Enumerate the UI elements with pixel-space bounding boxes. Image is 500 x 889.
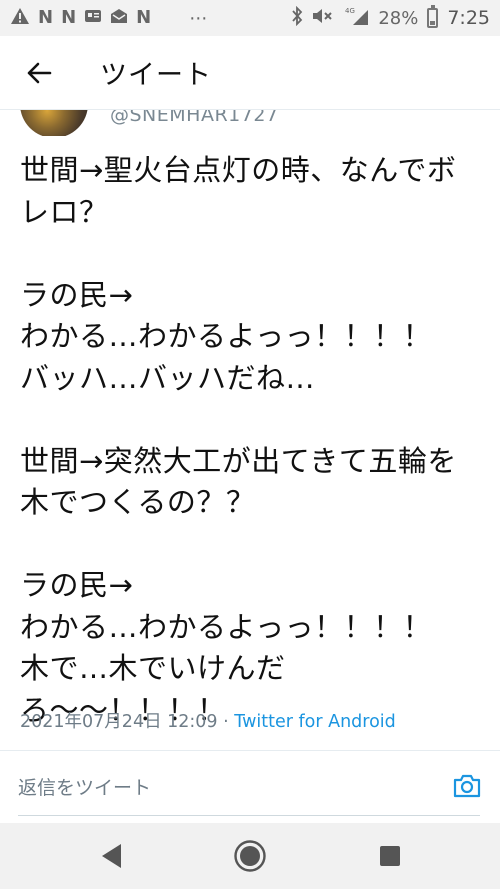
tweet-line: 木でつくるの？？ [20,485,256,519]
tweet-line: ラの民→ [20,277,134,312]
meta-separator: · [217,712,235,732]
svg-text:4G: 4G [345,7,355,15]
camera-button[interactable] [452,771,482,801]
recents-nav-button[interactable] [372,838,408,874]
page-title: ツイート [100,60,212,91]
mute-icon [312,7,334,29]
tweet-line: わかる…わかるよっっ！！！！ [20,609,433,644]
triangle-back-icon [102,844,121,868]
warning-icon [10,7,30,29]
camera-icon [453,774,481,798]
reply-underline [18,815,480,816]
tweet-timestamp[interactable]: 2021年07月24日 12:09 [20,712,218,732]
reply-bar: 返信をツイート [0,751,500,823]
tweet-line: 木で…木でいけんだ [20,651,286,685]
tweet-line: バッハ…バッハだね… [20,360,316,395]
tweet-line: ラの民→ [20,568,134,602]
back-arrow-icon [27,62,52,83]
avatar[interactable] [20,110,88,136]
back-nav-button[interactable] [94,838,130,874]
status-bar: N N N ⋯ 4G 28% 7:25 [0,0,500,36]
notification-n-icon-2: N [61,7,77,28]
tweet-author: @SNEMHAR1727 [0,110,500,136]
battery-percent: 28% [378,7,419,29]
tweet-line [20,524,490,566]
tweet-line: わかる…わかるよっっ！！！！ [20,319,433,353]
bluetooth-icon [291,5,303,30]
news-icon [84,8,102,28]
tweet-line [20,233,490,275]
home-circle-icon [234,840,266,872]
square-recents-icon [380,846,400,866]
tweet-line: 世間→突然大工が出てきて五輪を [20,443,457,478]
back-button[interactable] [0,36,78,110]
tweet-line: レロ？ [20,194,109,229]
home-nav-button[interactable] [232,838,268,874]
author-handle[interactable]: @SNEMHAR1727 [110,110,279,126]
notification-n-icon-3: N [136,7,152,28]
notification-n-icon: N [38,7,54,28]
more-notifications-icon: ⋯ [189,7,210,29]
notification-icons: N N N [10,7,151,29]
mail-icon [110,8,128,28]
app-header: ツイート [0,36,500,110]
tweet-meta: 2021年07月24日 12:09 · Twitter for Android [20,708,396,733]
reply-input[interactable]: 返信をツイート [18,773,151,800]
tweet-client-link[interactable]: Twitter for Android [234,712,396,732]
signal-icon: 4G [343,6,369,30]
clock: 7:25 [447,7,490,29]
tweet-line: 世間→聖火台点灯の時、なんでボ [20,153,457,187]
battery-icon [427,5,439,28]
tweet-text: 世間→聖火台点灯の時、なんでボ レロ？ ラの民→ わかる…わかるよっっ！！！！ … [20,150,490,731]
tweet-line [20,399,490,441]
system-nav-bar [0,823,500,889]
